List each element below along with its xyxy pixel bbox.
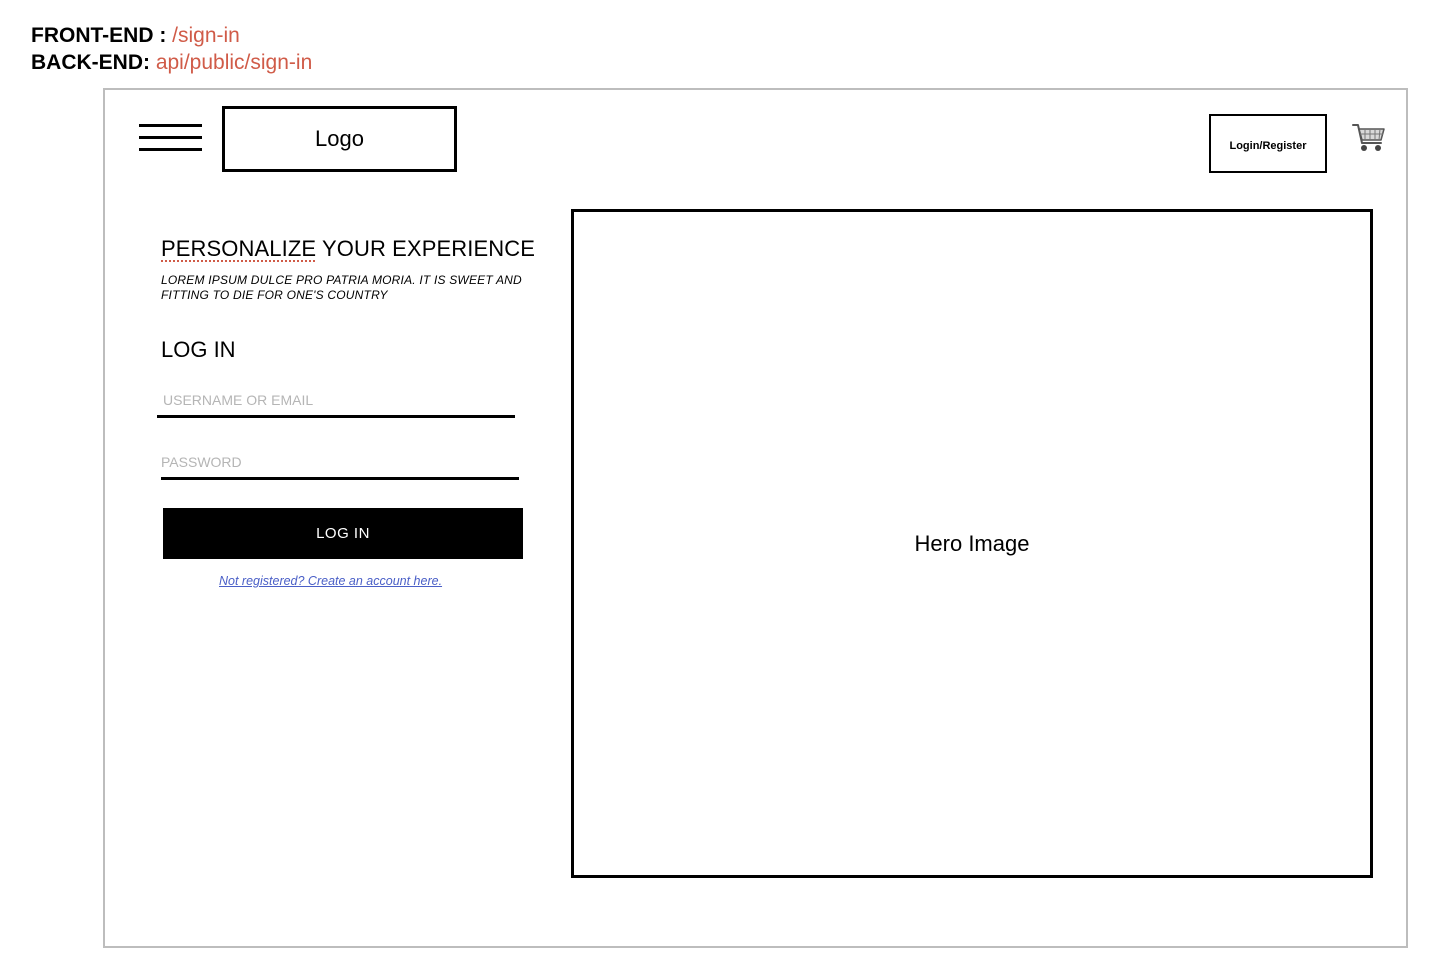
frontend-route-value: /sign-in (172, 24, 240, 47)
frontend-route-line: FRONT-END : /sign-in (31, 22, 312, 49)
hero-image-label: Hero Image (914, 530, 1030, 556)
username-input[interactable] (161, 389, 513, 411)
backend-route-value: api/public/sign-in (155, 51, 313, 74)
frontend-route-label: FRONT-END : (31, 24, 173, 47)
route-annotation: FRONT-END : /sign-in BACK-END: api/publi… (31, 22, 312, 76)
login-register-label: Login/Register (1229, 140, 1307, 152)
hamburger-menu-icon[interactable] (139, 124, 202, 152)
password-input[interactable] (159, 451, 511, 473)
headline-rest: YOUR EXPERIENCE (316, 236, 535, 261)
shopping-cart-icon[interactable] (1352, 121, 1386, 155)
password-underline (161, 477, 519, 480)
backend-route-line: BACK-END: api/public/sign-in (31, 49, 312, 76)
personalize-headline: PERSONALIZE YOUR EXPERIENCE (161, 236, 535, 262)
login-register-button[interactable]: Login/Register (1209, 114, 1327, 173)
headline-word-personalize: PERSONALIZE (161, 236, 317, 261)
logo-text: Logo (315, 126, 364, 151)
username-underline (157, 415, 515, 418)
hero-image: Hero Image (571, 209, 1373, 878)
logo[interactable]: Logo (222, 106, 457, 172)
intro-subtext: LOREM IPSUM DULCE PRO PATRIA MORIA. IT I… (161, 273, 522, 302)
login-submit-button[interactable]: LOG IN (163, 508, 523, 559)
create-account-link[interactable]: Not registered? Create an account here. (219, 574, 442, 588)
backend-route-label: BACK-END: (31, 51, 156, 74)
login-title: LOG IN (161, 337, 236, 362)
